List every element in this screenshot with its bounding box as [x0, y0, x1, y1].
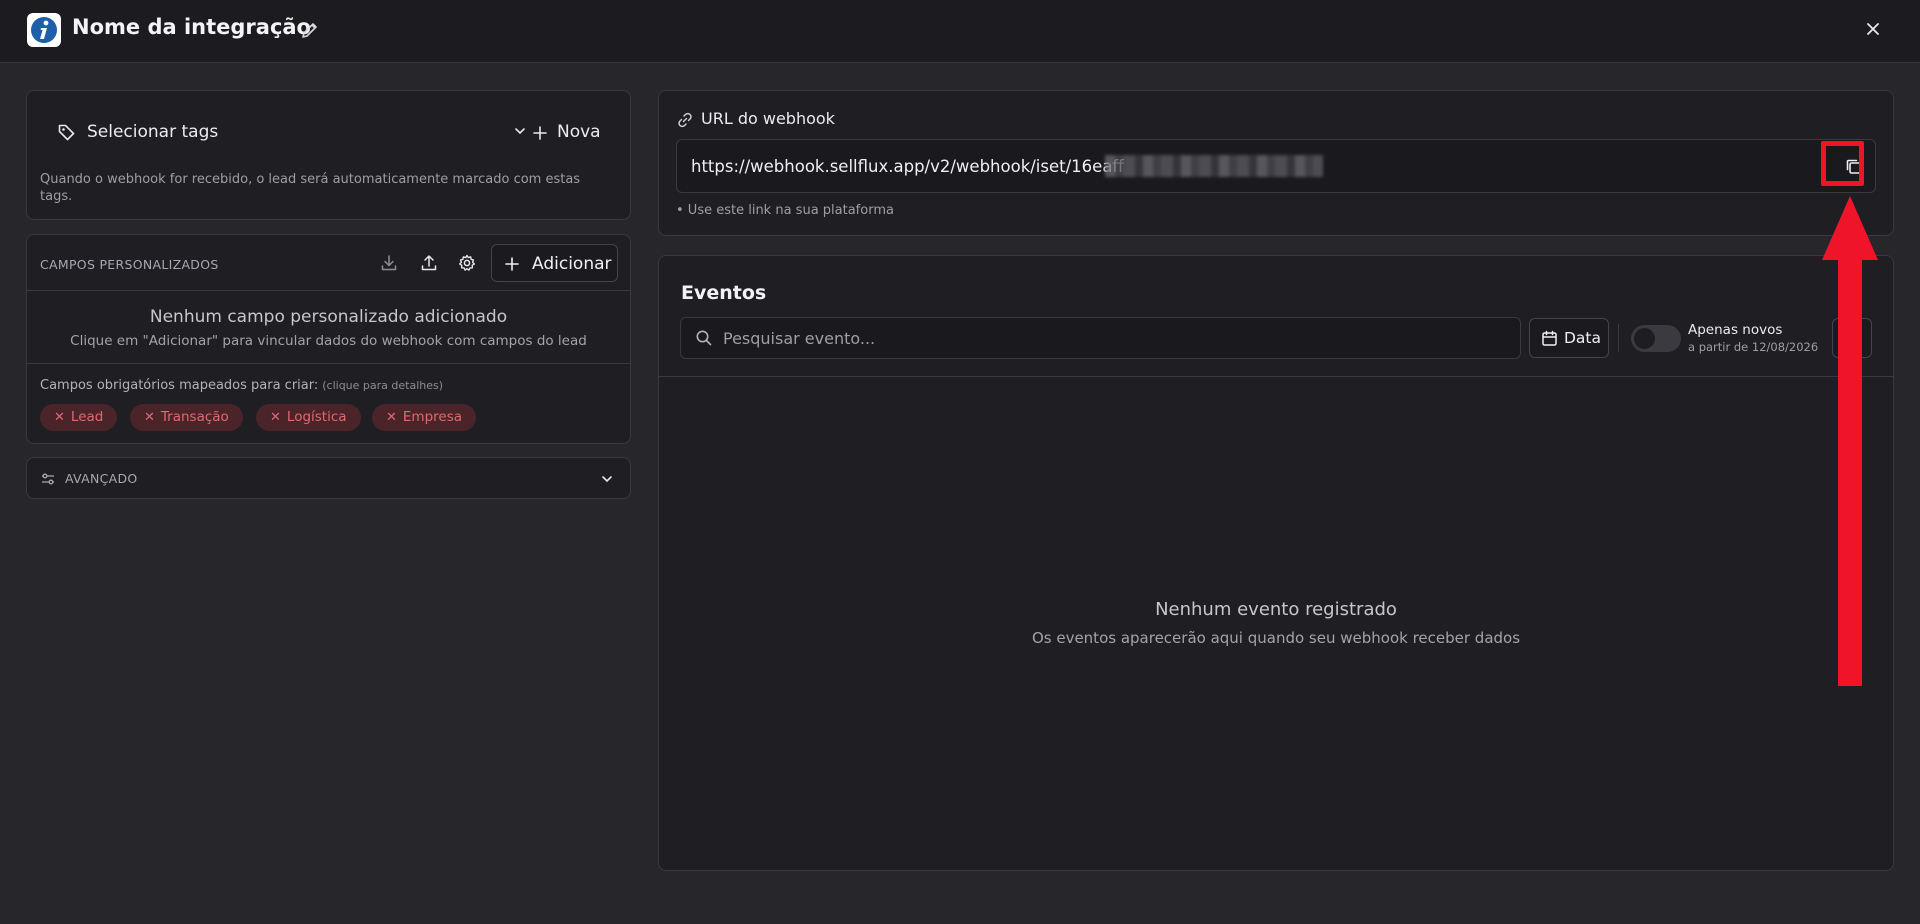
- custom-fields-title: CAMPOS PERSONALIZADOS: [40, 257, 219, 272]
- events-empty-subtitle: Os eventos aparecerão aqui quando seu we…: [1031, 629, 1521, 647]
- only-new-toggle[interactable]: [1631, 325, 1681, 352]
- tag-select-dropdown[interactable]: Selecionar tags: [57, 119, 527, 147]
- chip-label: Empresa: [402, 409, 463, 425]
- copy-button-highlight: [1821, 141, 1864, 186]
- advanced-label: AVANÇADO: [65, 471, 138, 486]
- close-icon: ✕: [54, 410, 65, 425]
- link-icon: [678, 112, 692, 128]
- divider: [27, 363, 630, 364]
- toggle-knob: [1634, 328, 1655, 349]
- chip-label: Lead: [70, 409, 104, 425]
- events-title: Eventos: [681, 282, 767, 304]
- arrow-up-icon: [1822, 196, 1878, 686]
- webhook-url-field[interactable]: https://webhook.sellflux.app/v2/webhook/…: [676, 139, 1876, 193]
- new-tag-label: Nova: [557, 122, 601, 142]
- redacted-token: [1105, 155, 1323, 177]
- webhook-hint: • Use este link na sua plataforma: [676, 203, 894, 218]
- upload-icon[interactable]: [419, 253, 439, 273]
- tags-hint: Quando o webhook for recebido, o lead se…: [40, 172, 581, 204]
- required-chip-lead[interactable]: ✕ Lead: [40, 404, 118, 431]
- divider: [1618, 324, 1619, 352]
- webhook-url-text: https://webhook.sellflux.app/v2/webhook/…: [691, 157, 1124, 176]
- custom-fields-header: CAMPOS PERSONALIZADOS Adicionar: [27, 235, 630, 291]
- chevron-down-icon: [602, 476, 612, 483]
- chevron-down-icon: [515, 128, 525, 135]
- required-chip-transacao[interactable]: ✕ Transação: [130, 404, 243, 431]
- custom-fields-empty-title: Nenhum campo personalizado adicionado: [149, 307, 508, 327]
- required-chip-logistica[interactable]: ✕ Logística: [256, 404, 361, 431]
- event-search-box[interactable]: [680, 317, 1521, 359]
- add-field-button[interactable]: Adicionar: [491, 244, 618, 282]
- add-field-label: Adicionar: [532, 254, 612, 274]
- close-icon: ✕: [386, 410, 397, 425]
- app-logo: [27, 13, 61, 47]
- info-logo-icon: [31, 17, 57, 43]
- advanced-accordion[interactable]: AVANÇADO: [26, 457, 631, 499]
- date-filter-button[interactable]: Data: [1529, 318, 1609, 358]
- custom-fields-empty-subtitle: Clique em "Adicionar" para vincular dado…: [70, 333, 587, 349]
- new-tag-button[interactable]: Nova: [532, 119, 612, 147]
- calendar-icon: [1542, 330, 1557, 346]
- custom-fields-card: CAMPOS PERSONALIZADOS Adicionar Nenhum c…: [26, 234, 631, 444]
- events-empty-title: Nenhum evento registrado: [1155, 599, 1397, 620]
- chip-label: Logística: [286, 409, 347, 425]
- plus-icon: [505, 257, 519, 271]
- required-fields-label: Campos obrigatórios mapeados para criar:…: [40, 378, 443, 393]
- webhook-card: URL do webhook https://webhook.sellflux.…: [658, 90, 1894, 236]
- close-icon: ✕: [144, 410, 155, 425]
- download-icon[interactable]: [379, 253, 399, 273]
- event-search-input[interactable]: [723, 326, 1503, 350]
- sliders-icon: [42, 473, 54, 485]
- date-filter-label: Data: [1564, 329, 1602, 347]
- tags-card: Selecionar tags Nova Quando o webhook fo…: [26, 90, 631, 220]
- close-icon[interactable]: [1862, 18, 1884, 40]
- tag-icon: [58, 124, 75, 141]
- pencil-icon[interactable]: [300, 20, 320, 40]
- divider: [659, 376, 1893, 377]
- only-new-sublabel: a partir de 12/08/2026: [1688, 340, 1819, 354]
- required-fields-details-link[interactable]: (clique para detalhes): [322, 379, 443, 392]
- required-chip-empresa[interactable]: ✕ Empresa: [372, 404, 477, 431]
- events-card: Eventos Data Apenas novos a partir de 12…: [658, 255, 1894, 871]
- chip-label: Transação: [160, 409, 229, 425]
- top-bar: Nome da integração: [0, 0, 1920, 63]
- gear-icon[interactable]: [457, 253, 477, 273]
- webhook-title: URL do webhook: [701, 109, 835, 128]
- required-fields-text: Campos obrigatórios mapeados para criar:: [40, 378, 319, 393]
- page-title: Nome da integração: [72, 15, 311, 39]
- only-new-label: Apenas novos: [1688, 322, 1783, 338]
- close-icon: ✕: [270, 410, 281, 425]
- plus-icon: [533, 126, 547, 140]
- search-icon: [696, 330, 712, 346]
- tag-select-label: Selecionar tags: [87, 122, 219, 142]
